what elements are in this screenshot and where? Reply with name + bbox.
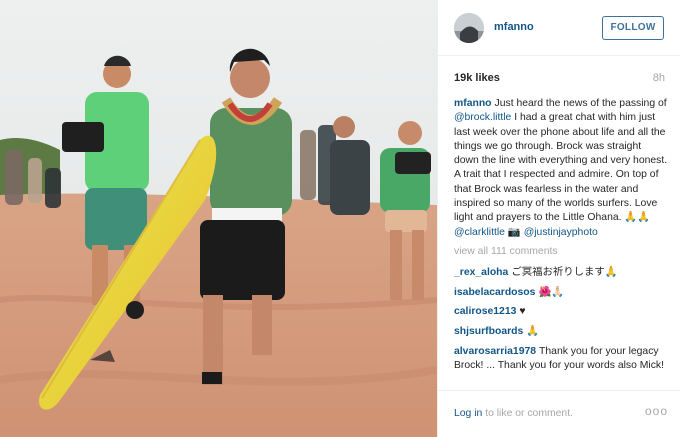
post-footer: Log in to like or comment. ooo [438,390,680,437]
comment-text: 🙏 [526,326,540,338]
caption-text-1: Just heard the news of the passing of [494,98,667,109]
caption-text-3: 📷 [504,226,521,238]
surfer-photo-illustration [0,0,437,437]
comment-author-link[interactable]: _rex_aloha [454,267,508,278]
comment: alvarosarria1978 Thank you for your legac… [454,345,668,374]
login-prompt: Log in to like or comment. [454,408,573,419]
caption-text-2: I had a great chat with him just last we… [454,112,668,224]
like-count[interactable]: 19k likes [454,72,500,84]
comment-author-link[interactable]: isabelacardosos [454,287,535,298]
post-header: mfanno FOLLOW [438,0,680,56]
comment-text: 🌺🙏🏻 [538,286,565,298]
post-photo[interactable] [0,0,437,437]
comment: isabelacardosos 🌺🙏🏻 [454,286,668,300]
mention-link[interactable]: @clarklittle [454,227,505,238]
mention-link[interactable]: @justinjayphoto [524,227,598,238]
post-sidebar: mfanno FOLLOW 19k likes 8h mfanno Just he… [437,0,680,437]
avatar-image [454,13,484,43]
comment-author-link[interactable]: alvarosarria1978 [454,346,536,357]
login-prompt-text: to like or comment. [482,408,573,419]
follow-button[interactable]: FOLLOW [602,16,664,40]
view-all-comments-link[interactable]: view all 111 comments [454,245,668,259]
comment-author-link[interactable]: shjsurfboards [454,326,523,337]
caption: mfanno Just heard the news of the passing… [454,97,668,240]
more-options-icon[interactable]: ooo [645,404,668,418]
comment-text: ♥ [519,306,526,318]
comment-author-link[interactable]: calirose1213 [454,306,516,317]
comment: calirose1213 ♥ [454,305,668,319]
login-link[interactable]: Log in [454,408,482,419]
avatar[interactable] [454,13,484,43]
comment: _rex_aloha ご冥福お祈りします🙏 [454,266,668,280]
post-stats: 19k likes 8h [454,72,665,86]
mention-link[interactable]: @brock.little [454,112,511,123]
comment-text: ご冥福お祈りします🙏 [511,266,618,278]
post-timestamp[interactable]: 8h [653,72,665,84]
username-link[interactable]: mfanno [494,21,534,33]
comment-list: mfanno Just heard the news of the passing… [454,97,668,379]
caption-author-link[interactable]: mfanno [454,98,492,109]
comment: shjsurfboards 🙏 [454,325,668,339]
